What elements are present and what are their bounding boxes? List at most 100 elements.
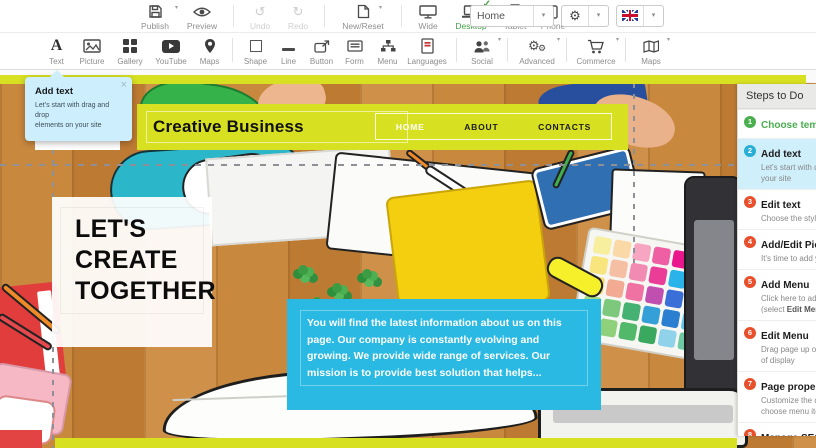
headline-text-widget[interactable]: LET'S CREATE TOGETHER: [52, 197, 216, 347]
maps2-caret-icon: ▾: [666, 37, 670, 43]
undo-icon: ↺: [254, 4, 266, 19]
step-edit-menu[interactable]: 6 Edit Menu Drag page up or down to chan…: [738, 320, 816, 371]
site-header-widget[interactable]: Creative Business HOME ABOUT CONTACTS: [137, 104, 628, 150]
insert-picture-button[interactable]: Picture: [73, 33, 111, 66]
page-select-value: Home: [477, 10, 506, 22]
insert-advanced-button[interactable]: ▾ ⚙ ⚙ Advanced: [514, 33, 560, 66]
palette-swatch: [660, 308, 681, 329]
preview-button[interactable]: Preview: [178, 0, 226, 33]
steps-sidebar: Steps to Do 1 Choose template 2 Add text…: [737, 84, 816, 436]
page-select[interactable]: Home ▾: [470, 5, 554, 27]
insert-shape-button[interactable]: Shape: [239, 33, 272, 66]
step-number-badge: 8: [744, 429, 756, 436]
palette-swatch: [648, 265, 668, 286]
insert-commerce-label: Commerce: [576, 57, 616, 66]
device-wide-button[interactable]: Wide: [409, 0, 447, 33]
photo-red-item: [0, 430, 42, 448]
tooltip-text: Let's start with drag and drop: [35, 102, 110, 119]
toolbar-divider: [324, 5, 325, 27]
uk-flag-icon: [622, 10, 638, 21]
about-text-widget[interactable]: You will find the latest information abo…: [287, 299, 601, 410]
tooltip-arrow: [49, 70, 65, 85]
step-desc: Drag page up or down to change the order: [761, 345, 816, 354]
insert-button-label: Button: [309, 57, 334, 66]
palette-swatch: [644, 285, 665, 306]
line-icon: [282, 47, 295, 51]
photo-plant: [332, 283, 342, 293]
publish-button[interactable]: ▾ Publish: [132, 0, 178, 33]
step-title: Edit Menu: [761, 331, 809, 342]
step-title: Choose template: [761, 120, 816, 131]
insert-line-button[interactable]: Line: [272, 33, 305, 66]
palette-swatch: [664, 289, 685, 309]
insert-picture-label: Picture: [79, 57, 105, 66]
language-caret-icon[interactable]: ▾: [643, 6, 663, 26]
palette-swatch: [598, 318, 619, 338]
step-desc: (select Edit Menu item...): [761, 305, 816, 314]
step-desc: of display: [761, 356, 795, 365]
undo-button[interactable]: ↺ Undo: [241, 0, 279, 33]
app-window: ▾ Publish Preview ↺ Undo ↻ Redo ▾ New/Re…: [0, 0, 816, 448]
toolbar-divider: [566, 38, 567, 62]
insert-text-button[interactable]: A Text: [40, 33, 73, 67]
step-title: Page properties: [761, 382, 816, 393]
step-add-menu[interactable]: 5 Add Menu Click here to add a new page …: [738, 269, 816, 320]
insert-maps2-button[interactable]: ▾ Maps: [632, 33, 670, 66]
photo-plant: [362, 269, 372, 279]
insert-gallery-button[interactable]: Gallery: [111, 33, 149, 66]
insert-youtube-label: YouTube: [155, 57, 187, 66]
insert-social-button[interactable]: ▾ Social: [463, 33, 501, 66]
insert-menu-button[interactable]: Menu: [371, 33, 404, 66]
step-desc: It's time to add your picture...: [761, 254, 816, 263]
social-caret-icon: ▾: [497, 37, 501, 43]
insert-text-label: Text: [49, 57, 64, 66]
settings-caret-icon[interactable]: ▾: [588, 6, 608, 26]
insert-languages-button[interactable]: Languages: [404, 33, 450, 66]
nav-contacts[interactable]: CONTACTS: [538, 122, 591, 132]
insert-toolbar: A Text Picture Gallery YouTube Maps Shap…: [0, 33, 816, 70]
insert-button-button[interactable]: Button: [305, 33, 338, 66]
publish-label: Publish: [141, 21, 169, 31]
brand-text-widget[interactable]: Creative Business: [146, 111, 408, 143]
insert-form-button[interactable]: Form: [338, 33, 371, 66]
palette-swatch: [628, 262, 649, 283]
nav-about[interactable]: ABOUT: [464, 122, 498, 132]
nav-home[interactable]: HOME: [396, 122, 425, 132]
cart-icon: [587, 38, 605, 54]
insert-advanced-label: Advanced: [519, 57, 555, 66]
insert-languages-label: Languages: [407, 57, 447, 66]
site-nav-menu[interactable]: HOME ABOUT CONTACTS: [375, 113, 612, 140]
toolbar-divider: [233, 5, 234, 27]
step-add-text[interactable]: 2 Add text Let's start with drag and dro…: [738, 138, 816, 189]
toolbar-divider: [232, 38, 233, 62]
site-footer-band: [55, 438, 737, 448]
page-select-caret-icon[interactable]: ▾: [533, 6, 553, 26]
insert-commerce-button[interactable]: ▾ Commerce: [573, 33, 619, 66]
shape-icon: [249, 40, 262, 52]
toolbar-divider: [507, 38, 508, 62]
palette-swatch: [618, 321, 638, 342]
folded-map-icon: [643, 38, 659, 54]
new-reset-button[interactable]: ▾ New/Reset: [332, 0, 394, 33]
insert-maps-button[interactable]: Maps: [193, 33, 226, 66]
step-number-badge: 3: [744, 196, 756, 208]
palette-swatch: [605, 278, 625, 299]
tooltip-close-icon[interactable]: ×: [121, 79, 127, 91]
step-choose-template[interactable]: 1 Choose template: [738, 109, 816, 138]
insert-youtube-button[interactable]: YouTube: [149, 33, 193, 66]
photo-yellow-folder: [385, 179, 551, 319]
eye-icon: [193, 4, 211, 19]
step-add-edit-picture[interactable]: 4 Add/Edit Picture It's time to add your…: [738, 229, 816, 269]
redo-icon: ↻: [292, 4, 304, 19]
palette-swatch: [624, 282, 645, 302]
step-manage-seo[interactable]: 8 Manage SEO Fill title, description, ke…: [738, 422, 816, 436]
language-button[interactable]: ▾: [616, 5, 664, 27]
palette-swatch: [641, 305, 661, 326]
insert-line-label: Line: [280, 57, 297, 66]
monitor-icon: [419, 4, 437, 19]
settings-button[interactable]: ⚙ ▾: [561, 5, 609, 27]
step-page-properties[interactable]: 7 Page properties Customize the design o…: [738, 371, 816, 422]
step-edit-text[interactable]: 3 Edit text Choose the style for the tex…: [738, 189, 816, 229]
editor-canvas: Creative Business HOME ABOUT CONTACTS LE…: [0, 70, 816, 448]
redo-button[interactable]: ↻ Redo: [279, 0, 317, 33]
